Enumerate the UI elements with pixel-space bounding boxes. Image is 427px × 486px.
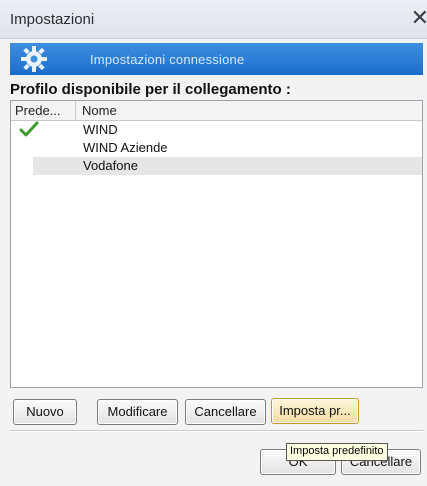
profile-name: WIND xyxy=(83,122,118,137)
column-header-default[interactable]: Prede... xyxy=(15,103,61,118)
close-icon[interactable]: ✕ xyxy=(411,6,427,30)
profile-name: Vodafone xyxy=(83,158,138,173)
edit-button[interactable]: Modificare xyxy=(97,399,178,425)
gear-icon xyxy=(21,46,47,72)
section-title: Profilo disponibile per il collegamento … xyxy=(10,81,291,98)
list-item[interactable]: WIND Aziende xyxy=(11,139,422,157)
checkmark-icon xyxy=(19,121,39,137)
tooltip: Imposta predefinito xyxy=(286,443,388,461)
new-button[interactable]: Nuovo xyxy=(13,399,77,425)
title-bar: Impostazioni ✕ xyxy=(0,0,427,39)
list-item-selected[interactable]: Vodafone xyxy=(33,157,422,175)
window-title: Impostazioni xyxy=(10,11,95,28)
delete-button[interactable]: Cancellare xyxy=(185,399,266,425)
list-item[interactable]: WIND xyxy=(11,121,422,139)
profile-list[interactable]: Prede... Nome WIND WIND Aziende Vodafone xyxy=(10,100,423,388)
set-default-button[interactable]: Imposta pr... xyxy=(271,398,359,424)
banner-title: Impostazioni connessione xyxy=(90,52,245,67)
list-header: Prede... Nome xyxy=(11,101,422,121)
column-header-name[interactable]: Nome xyxy=(82,103,117,118)
divider xyxy=(10,430,423,432)
column-divider[interactable] xyxy=(75,101,76,120)
header-banner: Impostazioni connessione xyxy=(10,43,423,75)
profile-name: WIND Aziende xyxy=(83,140,168,155)
